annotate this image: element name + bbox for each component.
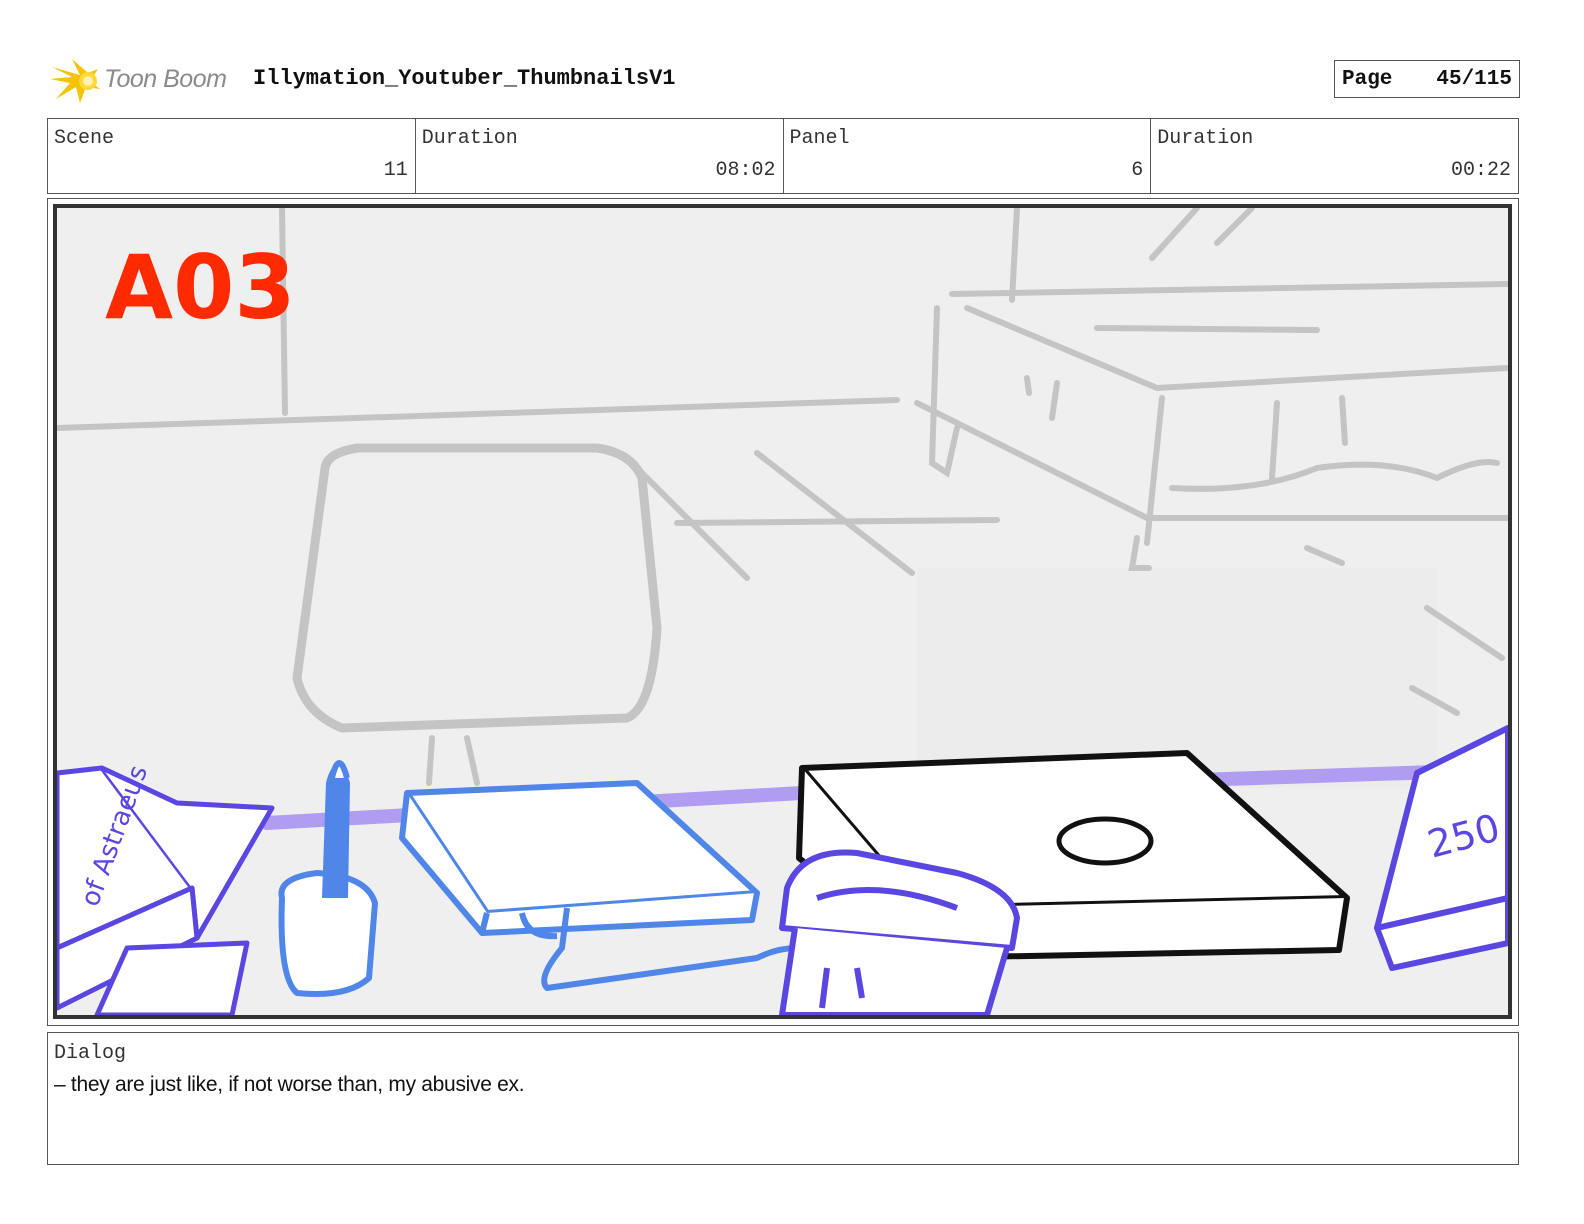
toon-boom-logo: Toon Boom — [50, 55, 240, 105]
scene-duration-cell: Duration 08:02 — [416, 119, 784, 193]
panel-duration-label: Duration — [1157, 127, 1254, 150]
sketch-label-text: A03 — [105, 236, 296, 339]
panel-sketch-image: of Astraeus 250 A03 — [53, 204, 1512, 1019]
page-number: 45/115 — [1436, 67, 1512, 91]
project-title: Illymation_Youtuber_ThumbnailsV1 — [253, 66, 676, 91]
panel-frame: of Astraeus 250 A03 — [47, 198, 1519, 1026]
dialog-box: Dialog – they are just like, if not wors… — [47, 1032, 1519, 1165]
panel-cell: Panel 6 — [784, 119, 1152, 193]
scene-cell: Scene 11 — [48, 119, 416, 193]
scene-info-row: Scene 11 Duration 08:02 Panel 6 Duration… — [47, 118, 1519, 194]
scene-duration-label: Duration — [421, 127, 518, 150]
storyboard-header: Toon Boom Illymation_Youtuber_Thumbnails… — [50, 55, 1520, 105]
panel-duration-cell: Duration 00:22 — [1151, 119, 1518, 193]
starburst-icon — [50, 59, 100, 103]
sketch-drawing: of Astraeus 250 A03 — [57, 208, 1508, 1015]
logo-text: Toon Boom — [104, 65, 227, 93]
scene-duration-value: 08:02 — [715, 159, 776, 182]
page-indicator: Page 45/115 — [1334, 60, 1520, 98]
panel-value: 6 — [1131, 159, 1144, 182]
scene-value: 11 — [383, 159, 408, 182]
panel-label: Panel — [789, 127, 850, 150]
scene-label: Scene — [54, 127, 115, 150]
panel-duration-value: 00:22 — [1450, 159, 1511, 182]
page-label: Page — [1342, 67, 1393, 91]
dialog-label: Dialog — [54, 1042, 127, 1065]
dialog-text: – they are just like, if not worse than,… — [54, 1073, 525, 1096]
